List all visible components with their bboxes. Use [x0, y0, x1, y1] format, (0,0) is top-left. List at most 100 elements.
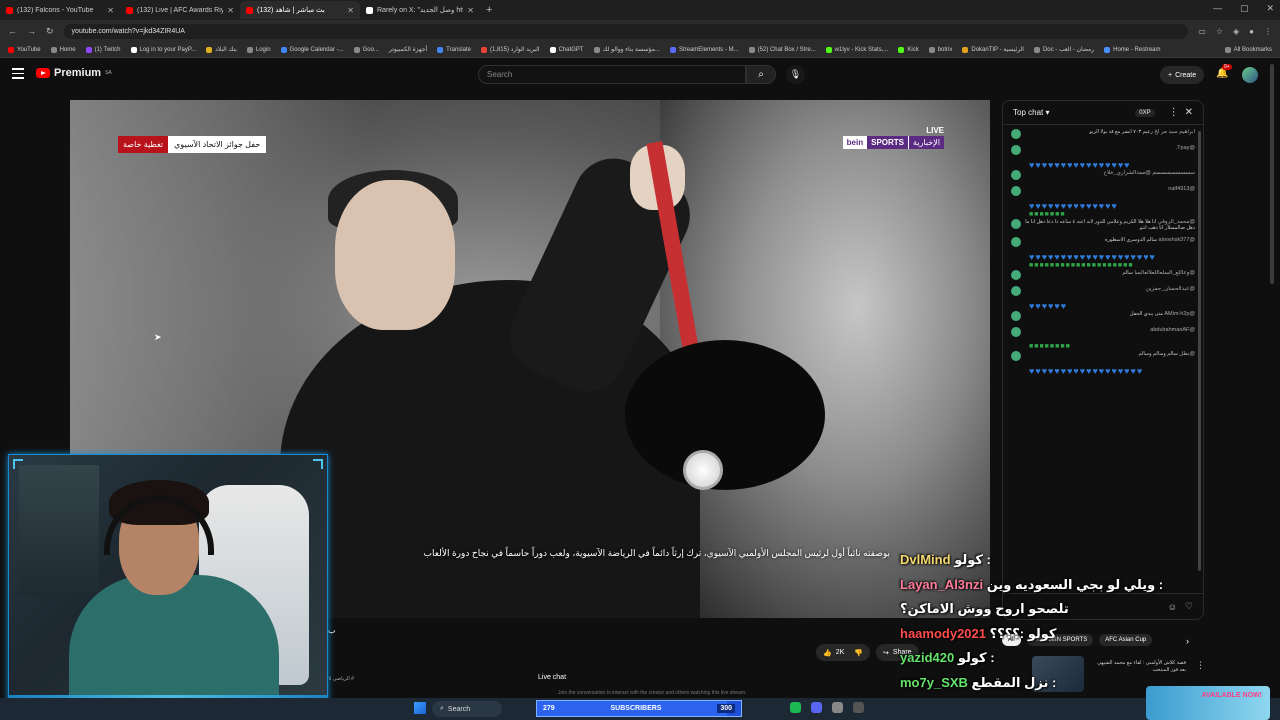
spotify-icon[interactable]: [790, 702, 801, 713]
chat-avatar[interactable]: [1011, 311, 1021, 321]
taskbar-search[interactable]: ⌕ Search: [432, 701, 502, 717]
browser-tab-falcons[interactable]: (132) Falcons - YouTube ✕: [0, 1, 120, 19]
chat-avatar[interactable]: [1011, 237, 1021, 247]
search-input[interactable]: Search: [478, 65, 746, 84]
bookmark-item[interactable]: Google Calendar -...: [280, 46, 344, 53]
chat-avatar[interactable]: [1011, 145, 1021, 155]
like-button[interactable]: 👍 2K 👎: [816, 644, 870, 661]
bookmark-item[interactable]: botrix: [928, 46, 952, 53]
chat-avatar[interactable]: [1011, 270, 1021, 280]
microphone-icon[interactable]: 🎙: [786, 65, 805, 84]
browser-tab-x[interactable]: Rarely on X: "وصل الجديد https: ✕: [360, 1, 480, 19]
chat-message: @محمد_الروقي انا هلا هلا الكريم وعلامي ل…: [1011, 219, 1195, 231]
bookmark-item[interactable]: Goo...: [353, 46, 379, 53]
forward-icon[interactable]: →: [27, 26, 36, 37]
bookmark-item[interactable]: (1) Twitch: [85, 46, 121, 53]
browser-tab-afc-awards[interactable]: (132) Live | AFC Awards Riyadh ✕: [120, 1, 240, 19]
chat-avatar[interactable]: [1011, 286, 1021, 296]
url-input[interactable]: youtube.com/watch?v=jkd34ZIR4UA: [63, 23, 1189, 39]
chat-author[interactable]: سسسسسسسسم @ممدالشراري_خلاخ: [1103, 170, 1195, 176]
overlay-chat-text: كولو :: [954, 552, 991, 567]
extension-icon[interactable]: ◈: [1233, 27, 1239, 36]
bookmark-item[interactable]: بنك البلاد: [206, 46, 237, 53]
close-icon[interactable]: ✕: [1185, 107, 1193, 118]
minimize-icon[interactable]: —: [1213, 3, 1222, 14]
overlay-chat-line: yazid420 كولو :: [900, 646, 1200, 671]
bookmark-item[interactable]: (52) Chat Box / Stre...: [748, 46, 816, 53]
chat-author[interactable]: ابراهيم سيد مر لخ: [1154, 129, 1195, 135]
reload-icon[interactable]: ↻: [46, 26, 54, 37]
heart-emoji-icon: ♥♥♥♥♥♥♥♥♥♥♥♥♥♥♥♥♥♥: [1029, 366, 1144, 376]
chat-author[interactable]: @وعاللع_السلعاللعلالعالسا: [1134, 270, 1195, 276]
bookmark-item[interactable]: ChatGPT: [549, 46, 584, 53]
chat-message: @عبدالحسان_حمزين ♥♥♥♥♥♥: [1011, 286, 1195, 311]
cast-icon[interactable]: ▭: [1198, 27, 1206, 36]
chat-scrollbar[interactable]: [1198, 131, 1201, 571]
all-bookmarks-folder[interactable]: All Bookmarks: [1224, 46, 1272, 53]
chat-avatar[interactable]: [1011, 327, 1021, 337]
bein-logo-text: bein: [842, 136, 868, 149]
page-scrollbar[interactable]: [1270, 64, 1274, 284]
app-icon[interactable]: [832, 702, 843, 713]
bookmark-item[interactable]: StreamElements - M...: [669, 46, 739, 53]
discord-icon[interactable]: [811, 702, 822, 713]
chat-avatar[interactable]: [1011, 129, 1021, 139]
bookmark-item[interactable]: Kick: [898, 46, 919, 53]
bookmark-item[interactable]: YouTube: [8, 46, 41, 53]
chat-author[interactable]: @abdulrahmanAF: [1150, 327, 1195, 333]
chat-avatar[interactable]: [1011, 219, 1021, 229]
create-button[interactable]: + Create: [1160, 66, 1205, 84]
chat-author[interactable]: @AMim-h2p: [1164, 311, 1195, 317]
bookmark-item[interactable]: Log in to your PayP...: [130, 46, 196, 53]
more-icon[interactable]: ⋮: [1264, 27, 1272, 36]
chat-avatar[interactable]: [1011, 186, 1021, 196]
bookmark-item[interactable]: Home - Restream: [1104, 46, 1160, 53]
thumbs-up-icon: 👍: [823, 649, 832, 657]
chat-message: @nalf4913 ♥♥♥♥♥♥♥♥♥♥♥♥♥♥ ■■■■■■■: [1011, 186, 1195, 219]
close-tab-icon[interactable]: ✕: [347, 6, 354, 15]
top-chat-dropdown[interactable]: Top chat ▾: [1013, 108, 1135, 117]
bookmark-item[interactable]: DokanTIP - الرئيسية: [962, 46, 1024, 53]
bookmark-item[interactable]: w1lyv - Kick Stats,...: [825, 46, 888, 53]
close-tab-icon[interactable]: ✕: [107, 6, 114, 15]
chat-message: سسسسسسسسم @ممدالشراري_خلاخ: [1011, 170, 1195, 180]
chat-author[interactable]: @عبدالحسان_حمزين: [1146, 286, 1195, 292]
back-icon[interactable]: ←: [8, 26, 17, 37]
chat-avatar[interactable]: [1011, 170, 1021, 180]
chat-author[interactable]: @بطل: [1179, 351, 1195, 357]
new-tab-icon[interactable]: +: [480, 4, 498, 16]
promo-text: AVAILABLE NOW!: [1201, 692, 1262, 699]
account-avatar[interactable]: [1242, 67, 1258, 83]
bookmark-item[interactable]: أجهزة الكمبيوتر: [389, 46, 427, 53]
more-options-icon[interactable]: ⋮: [1169, 107, 1179, 118]
close-window-icon[interactable]: ✕: [1266, 3, 1274, 14]
chat-author[interactable]: @alooshsk377: [1159, 237, 1195, 243]
bookmark-item[interactable]: مؤسسة بناء ووالو لك...: [593, 46, 660, 53]
bookmark-star-icon[interactable]: ☆: [1216, 27, 1223, 36]
chat-avatar[interactable]: [1011, 351, 1021, 361]
profile-icon[interactable]: ●: [1249, 27, 1254, 36]
thumbs-down-icon[interactable]: 👎: [854, 649, 863, 657]
windows-start-icon[interactable]: [414, 702, 426, 714]
maximize-icon[interactable]: ▢: [1240, 3, 1249, 14]
chat-message: ابراهيم سيد مر لخ زعيم ٧٠٣ انشر مع قد بو…: [1011, 129, 1195, 139]
app-icon[interactable]: [853, 702, 864, 713]
close-tab-icon[interactable]: ✕: [467, 6, 474, 15]
search-icon[interactable]: ⌕: [746, 65, 776, 84]
bookmark-item[interactable]: Doc - رمضان - العب: [1033, 46, 1094, 53]
bookmark-item[interactable]: Login: [246, 46, 271, 53]
coverage-badge: تغطية خاصة حفل جوائز الاتحاد الآسيوي: [118, 136, 267, 153]
chat-author[interactable]: @nalf4913: [1168, 186, 1195, 192]
notifications-bell-icon[interactable]: 🔔 9+: [1216, 64, 1232, 79]
hamburger-menu-icon[interactable]: [12, 68, 24, 79]
chat-author[interactable]: @Tpay.: [1176, 145, 1195, 151]
browser-tab-live-active[interactable]: (132) بث مباشر | شاهد ✕: [240, 1, 360, 19]
bookmark-item[interactable]: Translate: [437, 46, 471, 53]
bookmark-item[interactable]: Home: [50, 46, 76, 53]
close-tab-icon[interactable]: ✕: [227, 6, 234, 15]
bookmark-item[interactable]: البريد الوارد (1,815): [480, 46, 540, 53]
overlay-chat-author: yazid420: [900, 650, 955, 665]
subscriber-goal: 300: [717, 704, 735, 713]
browser-tab-bar: (132) Falcons - YouTube ✕ (132) Live | A…: [0, 0, 1280, 20]
youtube-logo[interactable]: Premium SA: [36, 67, 112, 79]
